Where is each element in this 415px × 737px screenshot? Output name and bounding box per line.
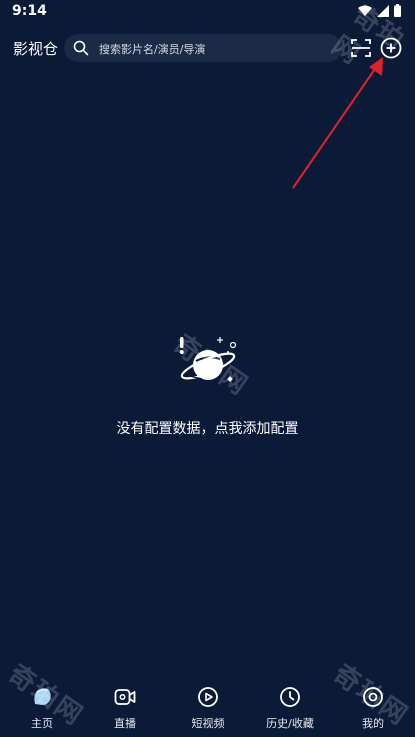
nav-item-short-video[interactable]: 短视频 xyxy=(168,686,248,731)
search-input[interactable]: 搜索影片名/演员/导演 xyxy=(64,34,342,62)
nav-label-live: 直播 xyxy=(114,717,136,730)
nav-label-history: 历史/收藏 xyxy=(266,717,314,730)
status-time: 9:14 xyxy=(12,3,47,19)
play-circle-icon xyxy=(198,687,218,707)
clock-icon xyxy=(280,687,300,707)
empty-state-message[interactable]: 没有配置数据，点我添加配置 xyxy=(0,418,415,438)
nav-item-history[interactable]: 历史/收藏 xyxy=(250,686,330,731)
app-title: 影视仓 xyxy=(13,40,59,58)
nav-label-short-video: 短视频 xyxy=(191,717,225,730)
search-placeholder: 搜索影片名/演员/导演 xyxy=(99,43,206,56)
live-camera-icon xyxy=(114,689,136,705)
search-icon xyxy=(73,40,89,56)
nav-item-live[interactable]: 直播 xyxy=(85,686,165,731)
